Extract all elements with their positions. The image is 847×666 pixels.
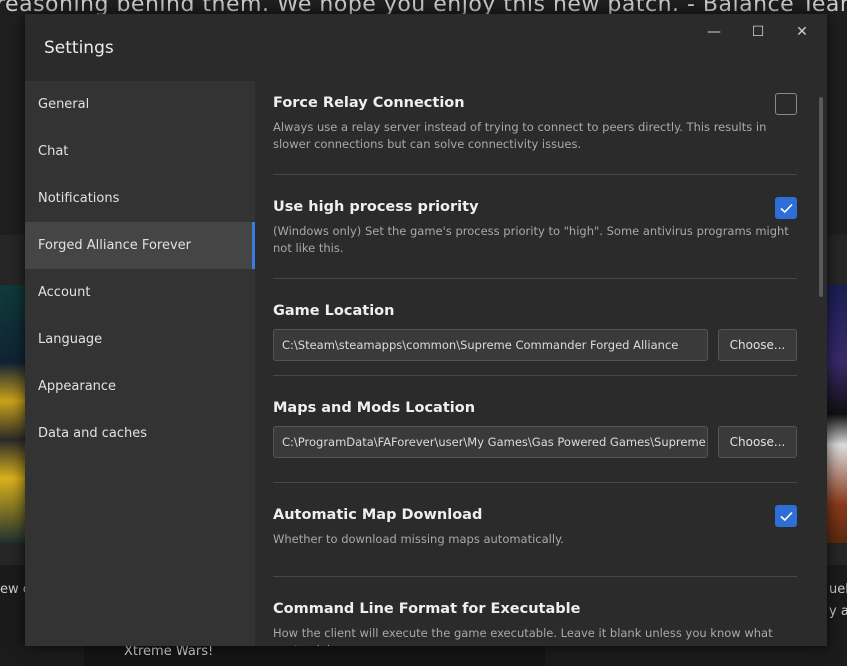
high-priority-description: (Windows only) Set the game's process pr…: [273, 224, 789, 255]
force-relay-title: Force Relay Connection: [273, 95, 465, 111]
force-relay-checkbox[interactable]: [775, 93, 797, 115]
maximize-icon: ☐: [751, 24, 765, 40]
maps-mods-location-title: Maps and Mods Location: [273, 400, 476, 416]
setting-force-relay: Force Relay Connection Always use a rela…: [273, 81, 797, 175]
setting-maps-mods-location: Maps and Mods Location C:\ProgramData\FA…: [273, 376, 797, 483]
settings-content: Force Relay Connection Always use a rela…: [255, 81, 827, 646]
background-card-title: Xtreme Wars!: [124, 644, 214, 659]
sidebar-item-account[interactable]: Account: [25, 269, 255, 316]
maps-mods-location-choose-button[interactable]: Choose...: [718, 426, 797, 458]
background-banner-left: [0, 285, 25, 543]
command-line-format-title: Command Line Format for Executable: [273, 601, 581, 617]
command-line-format-description: How the client will execute the game exe…: [273, 626, 773, 646]
game-location-choose-button[interactable]: Choose...: [718, 329, 797, 361]
close-button[interactable]: ✕: [787, 22, 817, 42]
checkmark-icon: [780, 203, 793, 214]
maximize-button[interactable]: ☐: [743, 22, 773, 42]
auto-map-download-checkbox[interactable]: [775, 505, 797, 527]
background-snippet-right-2: y at: [829, 604, 847, 619]
game-location-input[interactable]: C:\Steam\steamapps\common\Supreme Comman…: [273, 329, 708, 361]
auto-map-download-title: Automatic Map Download: [273, 507, 483, 523]
content-scrollbar[interactable]: [819, 97, 823, 297]
settings-sidebar: General Chat Notifications Forged Allian…: [25, 81, 255, 646]
checkmark-icon: [780, 511, 793, 522]
sidebar-item-appearance[interactable]: Appearance: [25, 363, 255, 410]
close-icon: ✕: [796, 24, 808, 40]
background-snippet-right-1: ueli: [829, 582, 847, 597]
maps-mods-location-input[interactable]: C:\ProgramData\FAForever\user\My Games\G…: [273, 426, 708, 458]
sidebar-item-forged-alliance-forever[interactable]: Forged Alliance Forever: [25, 222, 255, 269]
auto-map-download-description: Whether to download missing maps automat…: [273, 532, 564, 546]
sidebar-item-chat[interactable]: Chat: [25, 128, 255, 175]
setting-auto-map-download: Automatic Map Download Whether to downlo…: [273, 483, 797, 577]
game-location-title: Game Location: [273, 303, 395, 319]
force-relay-description: Always use a relay server instead of try…: [273, 120, 767, 151]
background-banner-right: [826, 285, 847, 543]
settings-dialog: Settings — ☐ ✕ General Chat Notification…: [25, 14, 827, 646]
minimize-button[interactable]: —: [699, 22, 729, 42]
minimize-icon: —: [707, 24, 721, 40]
high-priority-title: Use high process priority: [273, 199, 479, 215]
sidebar-item-language[interactable]: Language: [25, 316, 255, 363]
setting-high-priority: Use high process priority (Windows only)…: [273, 175, 797, 279]
sidebar-item-data-and-caches[interactable]: Data and caches: [25, 410, 255, 457]
sidebar-item-notifications[interactable]: Notifications: [25, 175, 255, 222]
setting-game-location: Game Location C:\Steam\steamapps\common\…: [273, 279, 797, 376]
high-priority-checkbox[interactable]: [775, 197, 797, 219]
setting-command-line-format: Command Line Format for Executable How t…: [273, 577, 797, 646]
sidebar-item-general[interactable]: General: [25, 81, 255, 128]
dialog-title: Settings: [44, 38, 114, 58]
